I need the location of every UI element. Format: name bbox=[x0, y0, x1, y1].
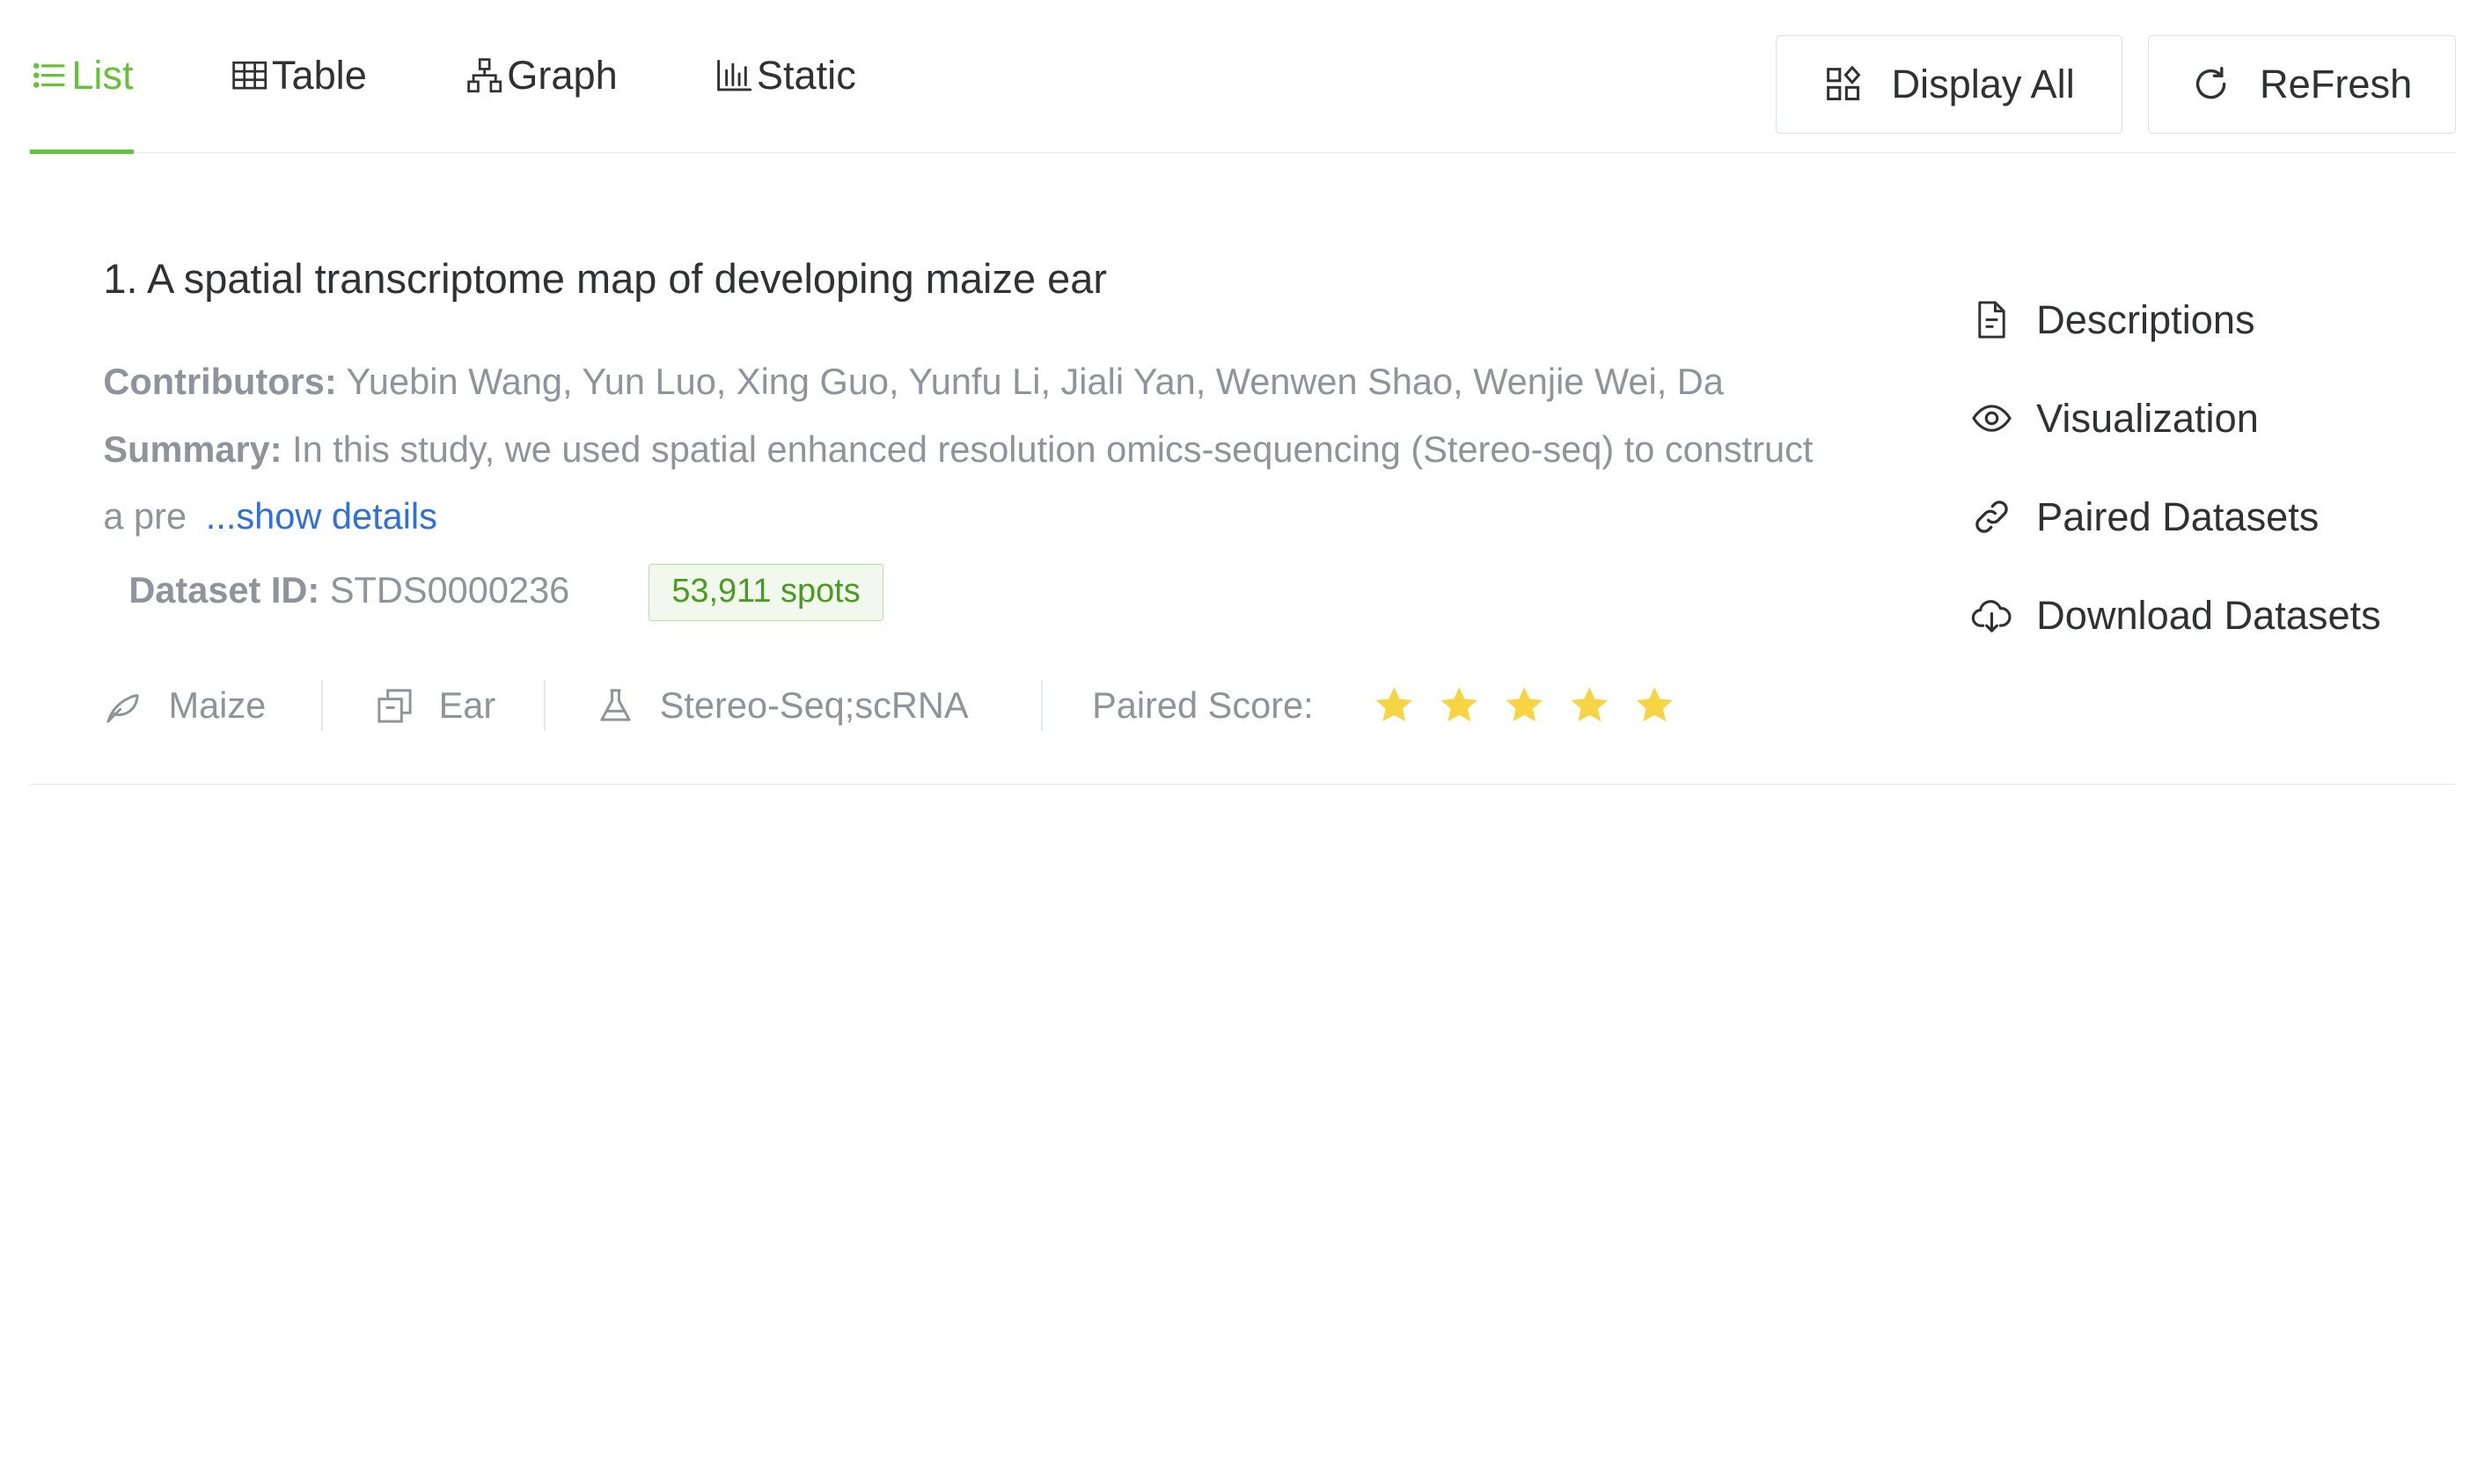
tab-static[interactable]: Static bbox=[715, 0, 856, 151]
visualization-label: Visualization bbox=[2036, 395, 2259, 441]
star-icon bbox=[1506, 686, 1543, 721]
spots-badge: 53,911 spots bbox=[649, 564, 883, 622]
species-label: Maize bbox=[168, 684, 267, 727]
species-tag: Maize bbox=[103, 674, 266, 737]
cloud-download-icon bbox=[1971, 600, 2012, 632]
dataset-id: Dataset ID: STDS0000236 bbox=[128, 569, 569, 611]
paired-score-label: Paired Score: bbox=[1092, 684, 1314, 727]
descriptions-action[interactable]: Descriptions bbox=[1971, 297, 2255, 343]
contributors-value: Yuebin Wang, Yun Luo, Xing Guo, Yunfu Li… bbox=[346, 361, 1724, 403]
eye-icon bbox=[1972, 405, 2012, 433]
show-details-link[interactable]: ...show details bbox=[206, 495, 437, 537]
tissue-tag: Ear bbox=[374, 674, 496, 737]
display-all-button[interactable]: Display All bbox=[1775, 34, 2122, 134]
star-icon bbox=[1636, 686, 1674, 721]
link-icon bbox=[1975, 501, 2008, 534]
list-icon bbox=[33, 62, 65, 88]
dataset-contributors: Contributors: Yuebin Wang, Yun Luo, Xing… bbox=[103, 361, 1812, 403]
meta-divider bbox=[320, 680, 323, 731]
paired-datasets-action[interactable]: Paired Datasets bbox=[1971, 494, 2319, 540]
dataset-id-value: STDS0000236 bbox=[329, 568, 570, 610]
bar-chart-icon bbox=[717, 60, 752, 91]
refresh-button[interactable]: ReFresh bbox=[2147, 34, 2457, 134]
contributors-label: Contributors: bbox=[103, 361, 337, 403]
leaf-icon bbox=[106, 693, 140, 723]
graph-icon bbox=[467, 58, 502, 93]
card-divider bbox=[30, 783, 2457, 786]
refresh-icon bbox=[2196, 67, 2226, 99]
star-icon bbox=[1440, 686, 1478, 721]
tab-graph-label: Graph bbox=[507, 52, 618, 98]
paired-score-stars bbox=[1372, 674, 1697, 737]
tab-table[interactable]: Table bbox=[231, 0, 367, 151]
paired-datasets-label: Paired Datasets bbox=[2036, 493, 2320, 539]
table-icon bbox=[232, 61, 268, 90]
download-datasets-action[interactable]: Download Datasets bbox=[1971, 593, 2381, 639]
copy-icon bbox=[377, 688, 412, 723]
download-datasets-label: Download Datasets bbox=[2036, 592, 2381, 638]
view-toolbar: List Table Graph Static Display All ReFr… bbox=[30, 0, 2457, 155]
tab-table-label: Table bbox=[271, 52, 367, 98]
tab-list[interactable]: List bbox=[30, 0, 134, 155]
meta-divider bbox=[543, 680, 546, 731]
technology-label: Stereo-Seq;scRNA bbox=[659, 684, 969, 727]
technology-tag: Stereo-Seq;scRNA bbox=[595, 674, 969, 737]
display-all-label: Display All bbox=[1891, 61, 2075, 106]
star-icon bbox=[1375, 686, 1412, 721]
tab-list-label: List bbox=[71, 52, 134, 98]
apps-icon bbox=[1826, 65, 1861, 101]
dataset-title[interactable]: 1. A spatial transcriptome map of develo… bbox=[103, 254, 1107, 303]
star-icon bbox=[1571, 686, 1609, 721]
dataset-summary: Summary: In this study, we used spatial … bbox=[103, 416, 1820, 550]
descriptions-label: Descriptions bbox=[2036, 296, 2255, 342]
tissue-label: Ear bbox=[438, 684, 496, 727]
meta-divider bbox=[1041, 680, 1044, 731]
paired-score: Paired Score: bbox=[1092, 674, 1314, 737]
tab-static-label: Static bbox=[756, 52, 856, 98]
summary-label: Summary: bbox=[103, 428, 282, 471]
page: List Table Graph Static Display All ReFr… bbox=[0, 0, 2492, 1484]
flask-icon bbox=[599, 688, 631, 721]
refresh-label: ReFresh bbox=[2260, 61, 2413, 106]
document-icon bbox=[1978, 301, 2005, 339]
visualization-action[interactable]: Visualization bbox=[1971, 396, 2259, 442]
dataset-id-label: Dataset ID: bbox=[128, 568, 320, 610]
tab-graph[interactable]: Graph bbox=[465, 0, 618, 151]
